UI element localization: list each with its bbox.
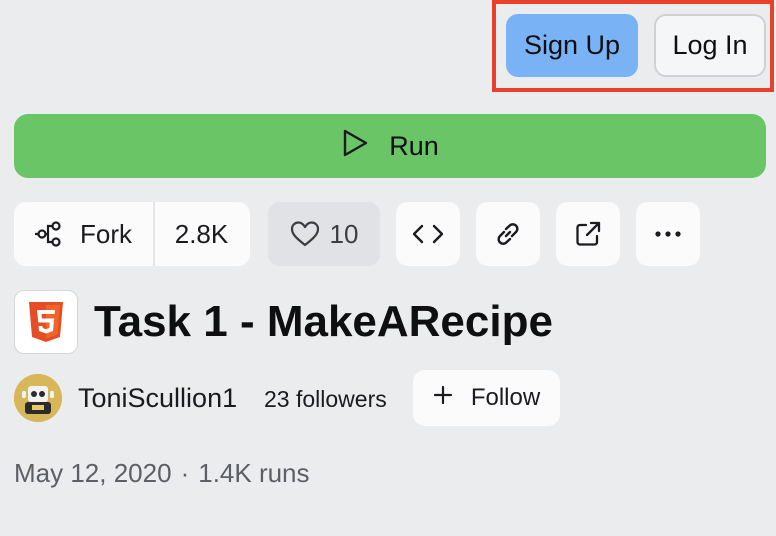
copy-link-button[interactable] bbox=[476, 202, 540, 266]
log-in-label: Log In bbox=[672, 30, 748, 60]
follower-count[interactable]: 23 followers bbox=[264, 384, 387, 414]
run-button[interactable]: Run bbox=[14, 114, 766, 178]
html5-logo-icon bbox=[14, 290, 78, 354]
heart-icon bbox=[290, 220, 320, 248]
log-in-button[interactable]: Log In bbox=[654, 14, 766, 77]
published-date: May 12, 2020 bbox=[14, 458, 172, 488]
play-icon bbox=[341, 128, 369, 165]
avatar[interactable] bbox=[14, 374, 62, 422]
external-link-icon bbox=[573, 219, 603, 249]
follow-label: Follow bbox=[470, 384, 541, 411]
more-horizontal-icon bbox=[654, 230, 682, 238]
sign-up-button[interactable]: Sign Up bbox=[506, 14, 638, 77]
repl-page: Sign Up Log In Run Fork 2.8K 10 Task 1 -… bbox=[0, 0, 776, 536]
fork-count-button[interactable]: 2.8K bbox=[155, 202, 248, 266]
embed-code-button[interactable] bbox=[396, 202, 460, 266]
sign-up-label: Sign Up bbox=[523, 30, 621, 60]
author-username[interactable]: ToniScullion1 bbox=[78, 380, 237, 416]
like-button[interactable]: 10 bbox=[268, 202, 380, 266]
fork-group: Fork 2.8K bbox=[14, 202, 250, 266]
more-options-button[interactable] bbox=[636, 202, 700, 266]
meta-separator: · bbox=[180, 458, 190, 488]
fork-label: Fork bbox=[80, 218, 132, 249]
run-count: 1.4K runs bbox=[198, 458, 310, 488]
fork-count: 2.8K bbox=[174, 218, 229, 249]
plus-icon bbox=[433, 384, 453, 412]
open-in-new-tab-button[interactable] bbox=[556, 202, 620, 266]
follow-button[interactable]: Follow bbox=[413, 370, 560, 426]
code-brackets-icon bbox=[412, 222, 444, 246]
run-label: Run bbox=[389, 130, 439, 161]
link-icon bbox=[493, 219, 523, 249]
repl-meta: May 12, 2020 · 1.4K runs bbox=[14, 456, 310, 490]
fork-icon bbox=[34, 219, 64, 249]
like-count: 10 bbox=[329, 218, 359, 249]
repl-title: Task 1 - MakeARecipe bbox=[94, 297, 553, 346]
fork-button[interactable]: Fork bbox=[14, 202, 155, 266]
